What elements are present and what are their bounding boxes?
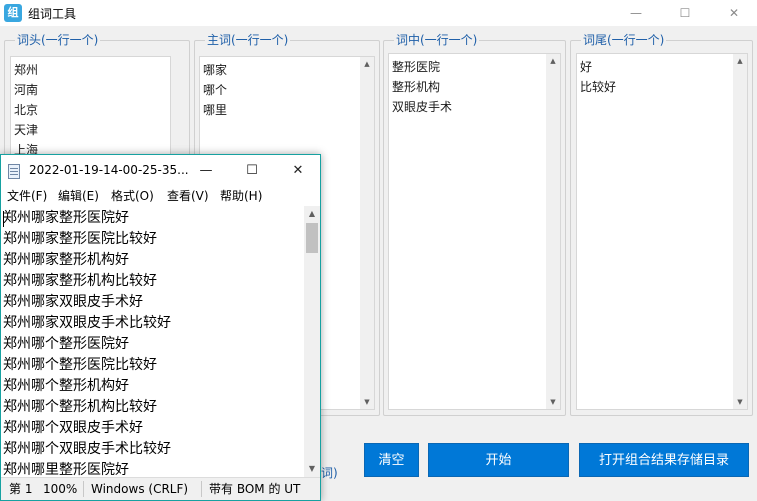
text-line: 郑州哪家整形机构好 xyxy=(3,252,129,268)
prefix-word: 天津 xyxy=(14,123,39,137)
scroll-down-icon[interactable]: ▼ xyxy=(546,395,560,409)
start-button[interactable]: 开始 xyxy=(428,443,569,477)
suffix-word: 比较好 xyxy=(580,80,617,94)
suffix-scrollbar[interactable]: ▲ ▼ xyxy=(733,54,747,409)
app-title: 组词工具 xyxy=(28,7,77,21)
notepad-window: 2022-01-19-14-00-25-35... — ☐ ✕ 文件(F) 编辑… xyxy=(0,154,321,501)
group-middle-label: 词中(一行一个) xyxy=(394,32,480,48)
status-divider xyxy=(201,481,202,497)
text-line: 郑州哪家整形医院好 xyxy=(3,210,129,226)
text-line: 郑州哪个整形机构好 xyxy=(3,378,129,394)
scroll-up-icon[interactable]: ▲ xyxy=(733,54,747,68)
notepad-menubar: 文件(F) 编辑(E) 格式(O) 查看(V) 帮助(H) xyxy=(1,187,320,206)
notepad-text-area[interactable]: 郑州哪家整形医院好 郑州哪家整形医院比较好 郑州哪家整形机构好 郑州哪家整形机构… xyxy=(1,206,304,477)
main-word: 哪里 xyxy=(203,103,228,117)
open-result-dir-button[interactable]: 打开组合结果存储目录 xyxy=(579,443,749,477)
app-close-button[interactable]: ✕ xyxy=(711,0,757,26)
notepad-title: 2022-01-19-14-00-25-35... xyxy=(29,163,189,177)
middle-word: 双眼皮手术 xyxy=(392,100,453,114)
partially-hidden-label: 词) xyxy=(321,466,338,480)
scroll-up-icon[interactable]: ▲ xyxy=(360,57,374,71)
suffix-word: 好 xyxy=(580,60,593,74)
middle-word: 整形医院 xyxy=(392,60,441,74)
status-encoding: 带有 BOM 的 UT xyxy=(209,482,301,496)
status-zoom: 100% xyxy=(43,482,78,496)
group-suffix: 词尾(一行一个) 好 比较好 ▲ ▼ xyxy=(570,32,753,416)
notepad-titlebar[interactable]: 2022-01-19-14-00-25-35... — ☐ ✕ xyxy=(1,155,320,187)
group-main-label: 主词(一行一个) xyxy=(205,32,291,48)
clear-button[interactable]: 清空 xyxy=(364,443,419,477)
text-line: 郑州哪个整形医院好 xyxy=(3,336,129,352)
app-titlebar: 组 组词工具 — ☐ ✕ xyxy=(0,0,757,26)
main-word: 哪家 xyxy=(203,63,228,77)
menu-view[interactable]: 查看(V) xyxy=(167,187,209,206)
prefix-word: 河南 xyxy=(14,83,39,97)
app-minimize-button[interactable]: — xyxy=(613,0,659,26)
text-line: 郑州哪个双眼皮手术比较好 xyxy=(3,441,171,457)
middle-scrollbar[interactable]: ▲ ▼ xyxy=(546,54,560,409)
main-word: 哪个 xyxy=(203,83,228,97)
text-line: 郑州哪家整形医院比较好 xyxy=(3,231,157,247)
menu-file[interactable]: 文件(F) xyxy=(7,187,47,206)
prefix-word: 郑州 xyxy=(14,63,39,77)
middle-word: 整形机构 xyxy=(392,80,441,94)
text-line: 郑州哪个整形医院比较好 xyxy=(3,357,157,373)
text-line: 郑州哪个双眼皮手术好 xyxy=(3,420,143,436)
scroll-down-icon[interactable]: ▼ xyxy=(360,395,374,409)
notepad-minimize-button[interactable]: — xyxy=(183,155,229,187)
group-prefix-label: 词头(一行一个) xyxy=(15,32,101,48)
text-line: 郑州哪里整形医院好 xyxy=(3,462,129,477)
scroll-down-icon[interactable]: ▼ xyxy=(733,395,747,409)
notepad-close-button[interactable]: ✕ xyxy=(275,155,320,187)
status-line-ending: Windows (CRLF) xyxy=(91,482,189,496)
notepad-scrollbar[interactable]: ▲ ▼ xyxy=(304,206,320,477)
scroll-down-icon[interactable]: ▼ xyxy=(304,461,320,477)
suffix-textarea[interactable]: 好 比较好 ▲ ▼ xyxy=(576,53,748,410)
scroll-up-icon[interactable]: ▲ xyxy=(304,206,320,222)
notepad-maximize-button[interactable]: ☐ xyxy=(229,155,275,187)
text-line: 郑州哪家双眼皮手术比较好 xyxy=(3,315,171,331)
status-position: 第 1 xyxy=(9,482,33,496)
main-scrollbar[interactable]: ▲ ▼ xyxy=(360,57,374,409)
app-maximize-button[interactable]: ☐ xyxy=(662,0,708,26)
menu-format[interactable]: 格式(O) xyxy=(111,187,154,206)
group-suffix-label: 词尾(一行一个) xyxy=(581,32,667,48)
prefix-word: 北京 xyxy=(14,103,39,117)
scroll-thumb[interactable] xyxy=(306,223,318,253)
menu-edit[interactable]: 编辑(E) xyxy=(58,187,99,206)
text-line: 郑州哪家整形机构比较好 xyxy=(3,273,157,289)
text-line: 郑州哪家双眼皮手术好 xyxy=(3,294,143,310)
text-line: 郑州哪个整形机构比较好 xyxy=(3,399,157,415)
notepad-icon xyxy=(8,164,20,179)
app-icon: 组 xyxy=(4,4,22,22)
menu-help[interactable]: 帮助(H) xyxy=(220,187,262,206)
notepad-statusbar: 第 1 100% Windows (CRLF) 带有 BOM 的 UT xyxy=(1,477,320,500)
status-divider xyxy=(83,481,84,497)
group-middle: 词中(一行一个) 整形医院 整形机构 双眼皮手术 ▲ ▼ xyxy=(383,32,566,416)
text-caret xyxy=(3,211,4,227)
middle-textarea[interactable]: 整形医院 整形机构 双眼皮手术 ▲ ▼ xyxy=(388,53,561,410)
scroll-up-icon[interactable]: ▲ xyxy=(546,54,560,68)
